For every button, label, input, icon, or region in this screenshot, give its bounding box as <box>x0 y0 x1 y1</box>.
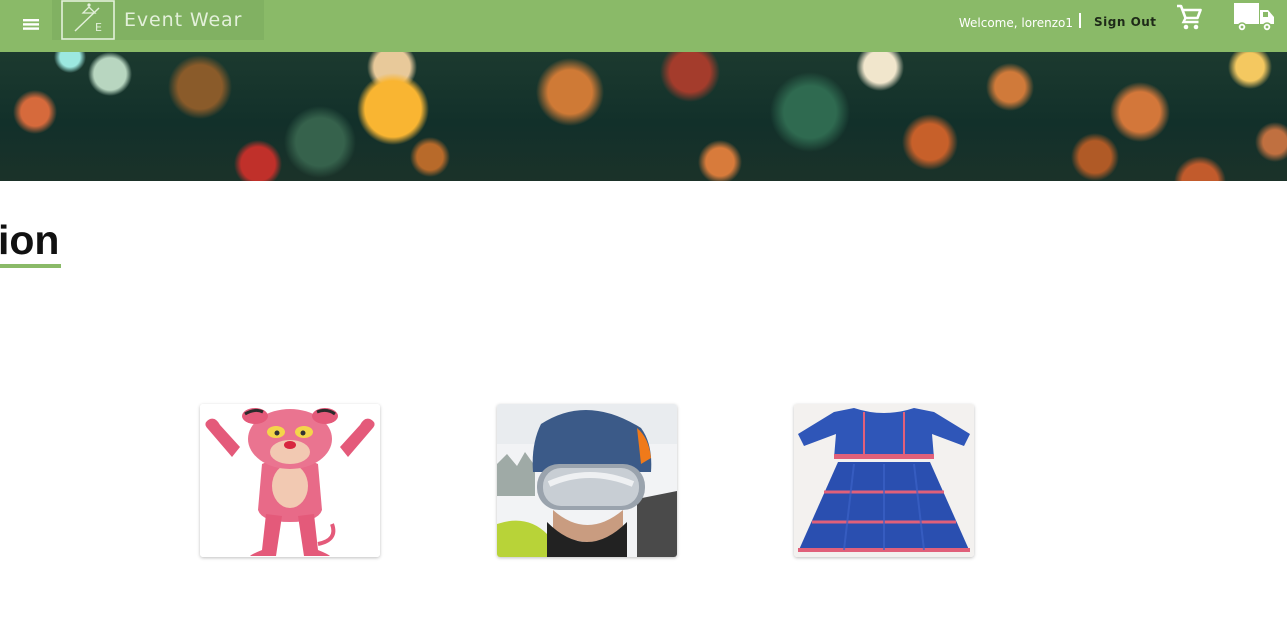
section-title-underline <box>0 264 61 268</box>
blue-dress-image <box>794 404 974 557</box>
product-card-blue-dress[interactable] <box>794 404 974 557</box>
menu-icon[interactable] <box>20 13 42 35</box>
brand-name: Event Wear <box>124 9 243 31</box>
pink-panther-costume-image <box>200 404 380 557</box>
delivery-truck-icon[interactable] <box>1232 1 1278 33</box>
sign-out-button[interactable]: Sign Out <box>1094 14 1157 30</box>
product-card-ski-helmet[interactable] <box>497 404 677 557</box>
cart-icon[interactable] <box>1175 3 1205 31</box>
header-divider <box>1079 13 1081 28</box>
brand-logo[interactable]: E Event Wear <box>52 0 264 40</box>
welcome-message: Welcome, lorenzo1 <box>958 16 1073 30</box>
hero-bokeh-banner <box>0 52 1287 181</box>
logo-letter: E <box>95 21 102 34</box>
hanger-logo-icon: E <box>61 0 115 40</box>
top-app-bar: E Event Wear Welcome, lorenzo1 Sign Out <box>0 0 1287 52</box>
ski-helmet-image <box>497 404 677 557</box>
product-card-pink-panther-costume[interactable] <box>200 404 380 557</box>
section-title: ion <box>0 217 60 263</box>
